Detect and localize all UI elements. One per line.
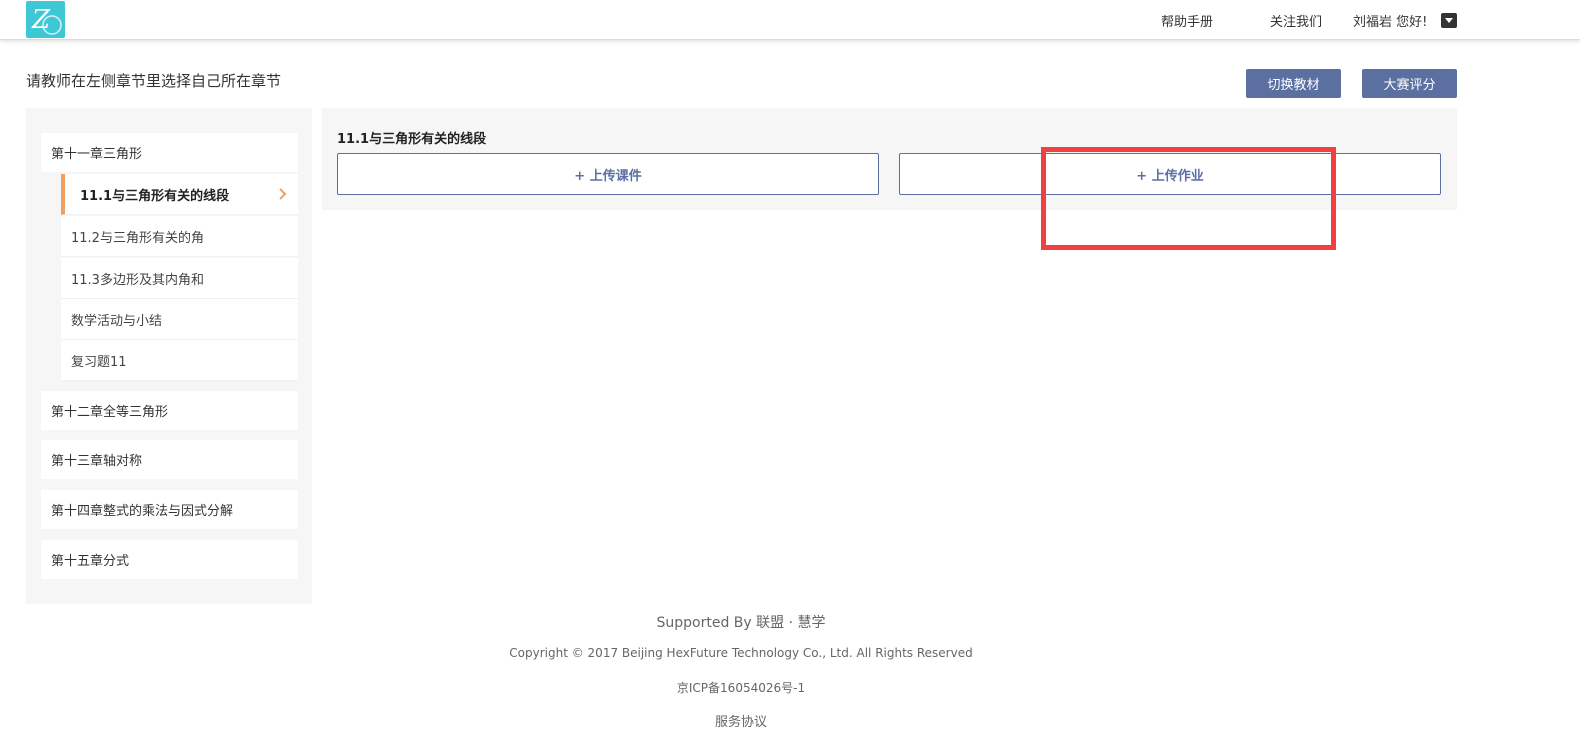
contest-scoring-button[interactable]: 大赛评分 xyxy=(1362,69,1457,98)
logo-letter: Z xyxy=(31,5,51,35)
section-title: 11.1与三角形有关的线段 xyxy=(337,132,487,147)
follow-us-link[interactable]: 关注我们 xyxy=(1270,11,1322,30)
user-greeting[interactable]: 刘福岩 您好! xyxy=(1353,11,1427,30)
user-menu-dropdown-icon[interactable] xyxy=(1441,13,1457,28)
upload-courseware-button[interactable]: + 上传课件 xyxy=(337,153,879,195)
section-content-panel: 11.1与三角形有关的线段 + 上传课件 + 上传作业 xyxy=(322,108,1457,210)
page-instruction: 请教师在左侧章节里选择自己所在章节 xyxy=(26,72,282,90)
section-item-math-activity[interactable]: 数学活动与小结 xyxy=(61,299,298,340)
chapter-item-15[interactable]: 第十五章分式 xyxy=(41,540,298,579)
chapter-item-13[interactable]: 第十三章轴对称 xyxy=(41,440,298,479)
chapter-item-12[interactable]: 第十二章全等三角形 xyxy=(41,391,298,430)
top-header: Z 帮助手册 关注我们 刘福岩 您好! xyxy=(0,0,1580,40)
help-manual-link[interactable]: 帮助手册 xyxy=(1161,11,1213,30)
chevron-right-icon xyxy=(279,188,287,200)
copyright-text: Copyright © 2017 Beijing HexFuture Techn… xyxy=(509,646,973,660)
section-label: 11.1与三角形有关的线段 xyxy=(80,188,230,204)
section-item-review-11[interactable]: 复习题11 xyxy=(61,340,298,381)
service-agreement-link[interactable]: 服务协议 xyxy=(715,715,767,730)
supported-by-text: Supported By 联盟 · 慧学 xyxy=(656,615,826,631)
section-item-11-1[interactable]: 11.1与三角形有关的线段 xyxy=(61,174,298,215)
section-item-11-3[interactable]: 11.3多边形及其内角和 xyxy=(61,258,298,299)
section-item-11-2[interactable]: 11.2与三角形有关的角 xyxy=(61,216,298,257)
logo-icon: Z xyxy=(31,5,62,35)
chapter-item-14[interactable]: 第十四章整式的乘法与因式分解 xyxy=(41,490,298,529)
switch-textbook-button[interactable]: 切换教材 xyxy=(1246,69,1341,98)
icp-text: 京ICP备16054026号-1 xyxy=(676,681,806,695)
upload-homework-button[interactable]: + 上传作业 xyxy=(899,153,1441,195)
site-logo[interactable]: Z xyxy=(26,1,65,38)
chapter-item-11[interactable]: 第十一章三角形 xyxy=(41,133,298,172)
chapter-sidebar: 第十一章三角形 11.1与三角形有关的线段 11.2与三角形有关的角 11.3多… xyxy=(26,108,312,604)
